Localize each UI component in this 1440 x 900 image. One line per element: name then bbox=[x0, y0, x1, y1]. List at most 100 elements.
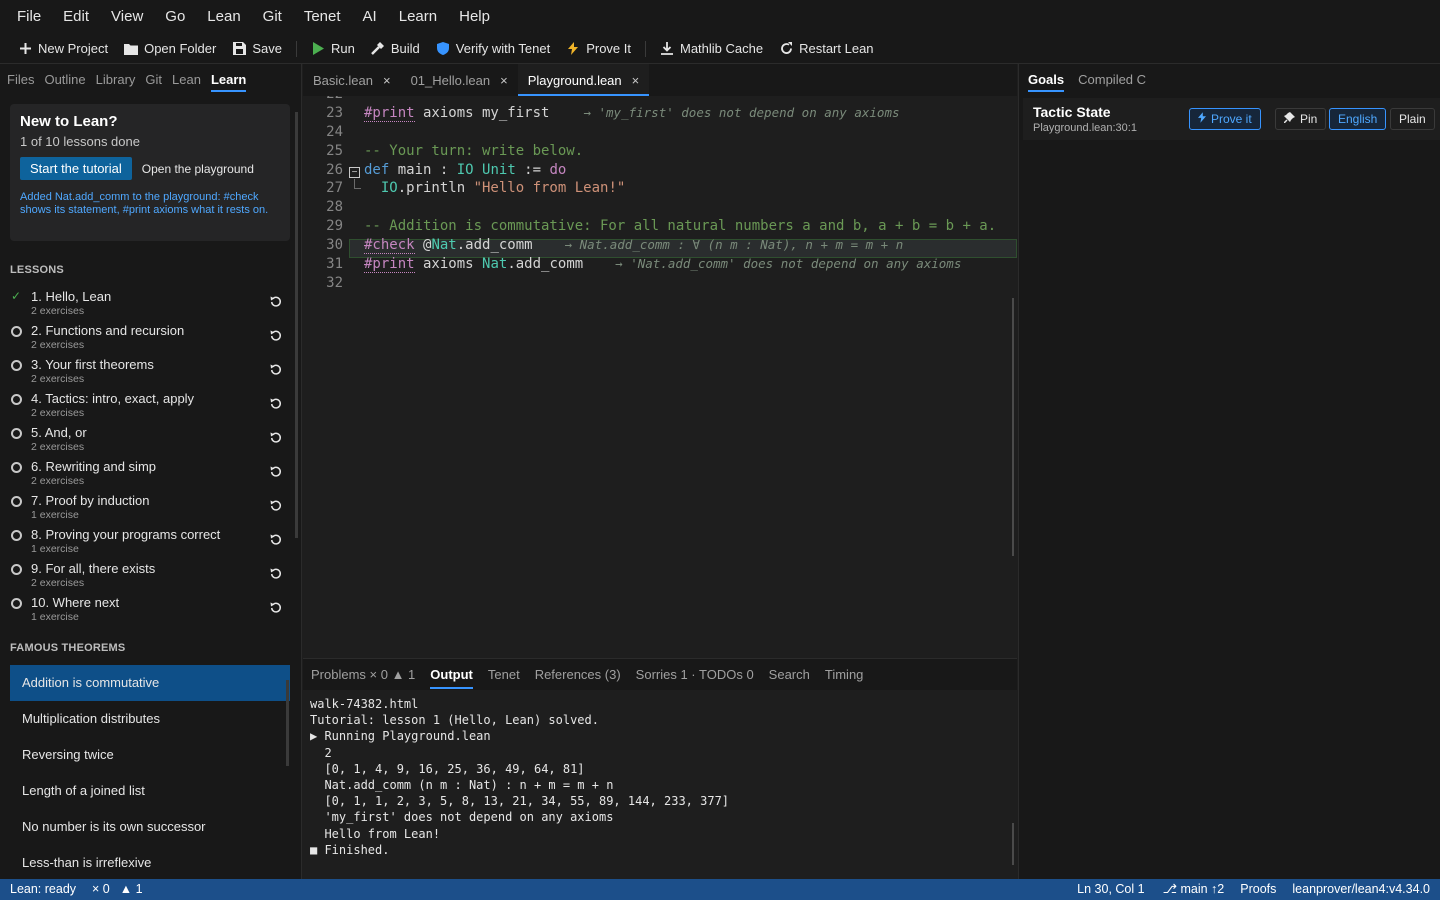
reset-icon[interactable] bbox=[270, 296, 284, 310]
cursor-position[interactable]: Ln 30, Col 1 bbox=[1069, 879, 1152, 900]
famous-scrollbar[interactable] bbox=[286, 680, 289, 766]
output-scrollbar[interactable] bbox=[1012, 823, 1014, 865]
lesson-item[interactable]: 9. For all, there exists 2 exercises bbox=[0, 560, 292, 594]
start-tutorial-button[interactable]: Start the tutorial bbox=[20, 157, 132, 180]
english-toggle-button[interactable]: English bbox=[1329, 108, 1387, 130]
menu-tenet[interactable]: Tenet bbox=[293, 0, 352, 34]
lesson-item[interactable]: 4. Tactics: intro, exact, apply 2 exercis… bbox=[0, 390, 292, 424]
code-token: .println bbox=[397, 180, 474, 197]
close-icon[interactable]: × bbox=[500, 73, 508, 88]
lesson-item[interactable]: 3. Your first theorems 2 exercises bbox=[0, 356, 292, 390]
code-token: Nat bbox=[482, 256, 508, 273]
tab-learn[interactable]: Learn bbox=[206, 64, 251, 96]
save-label: Save bbox=[252, 41, 282, 56]
menu-lean[interactable]: Lean bbox=[196, 0, 251, 34]
lesson-item[interactable]: 5. And, or 2 exercises bbox=[0, 424, 292, 458]
menu-git[interactable]: Git bbox=[252, 0, 293, 34]
lesson-item[interactable]: 7. Proof by induction 1 exercise bbox=[0, 492, 292, 526]
circle-icon bbox=[11, 326, 22, 337]
lesson-item[interactable]: 2. Functions and recursion 2 exercises bbox=[0, 322, 292, 356]
menu-edit[interactable]: Edit bbox=[52, 0, 100, 34]
reset-icon[interactable] bbox=[270, 534, 284, 548]
tab-goals[interactable]: Goals bbox=[1028, 64, 1065, 96]
tab-tenet[interactable]: Tenet bbox=[488, 659, 520, 691]
menu-ai[interactable]: AI bbox=[352, 0, 388, 34]
tab-output[interactable]: Output bbox=[430, 659, 473, 691]
output-panel[interactable]: walk-74382.html Tutorial: lesson 1 (Hello… bbox=[303, 690, 1017, 879]
reset-icon[interactable] bbox=[270, 602, 284, 616]
close-icon[interactable]: × bbox=[383, 73, 391, 88]
lesson-item[interactable]: 8. Proving your programs correct 1 exerci… bbox=[0, 526, 292, 560]
error-count[interactable]: × 0 bbox=[84, 879, 112, 900]
reset-icon[interactable] bbox=[270, 398, 284, 412]
toolbar: New Project Open Folder Save Run Build V… bbox=[0, 34, 1440, 64]
output-line: ■ Finished. bbox=[310, 842, 390, 857]
git-branch[interactable]: ⎇ main ↑2 bbox=[1155, 879, 1233, 900]
fold-toggle-icon[interactable]: − bbox=[349, 167, 360, 178]
plain-toggle-button[interactable]: Plain bbox=[1390, 108, 1435, 130]
famous-theorem-item[interactable]: Length of a joined list bbox=[10, 773, 290, 809]
reset-icon[interactable] bbox=[270, 364, 284, 378]
prove-it-button[interactable]: Prove It bbox=[558, 36, 639, 62]
tab-library[interactable]: Library bbox=[91, 64, 141, 96]
code-token: main : bbox=[389, 161, 457, 178]
tab-sorries-todos[interactable]: Sorries 1 · TODOs 0 bbox=[636, 659, 754, 691]
menu-file[interactable]: File bbox=[6, 0, 52, 34]
reset-icon[interactable] bbox=[270, 466, 284, 480]
famous-theorem-item[interactable]: Reversing twice bbox=[10, 737, 290, 773]
famous-theorem-item[interactable]: Less-than is irreflexive bbox=[10, 845, 290, 879]
tab-references[interactable]: References (3) bbox=[535, 659, 621, 691]
open-playground-button[interactable]: Open the playground bbox=[132, 158, 264, 180]
restart-lean-button[interactable]: Restart Lean bbox=[771, 36, 881, 62]
open-folder-button[interactable]: Open Folder bbox=[116, 36, 224, 62]
mathlib-cache-button[interactable]: Mathlib Cache bbox=[652, 36, 771, 62]
tab-files[interactable]: Files bbox=[2, 64, 39, 96]
tab-playground-lean[interactable]: Playground.lean × bbox=[517, 64, 650, 96]
toolchain-version[interactable]: leanprover/lean4:v4.34.0 bbox=[1284, 879, 1440, 900]
lesson-title: 8. Proving your programs correct bbox=[31, 527, 221, 542]
tab-search[interactable]: Search bbox=[769, 659, 810, 691]
tab-compiled-c[interactable]: Compiled C bbox=[1078, 64, 1146, 96]
run-button[interactable]: Run bbox=[303, 36, 363, 62]
close-icon[interactable]: × bbox=[632, 73, 640, 88]
prove-it-inline-button[interactable]: Prove it bbox=[1189, 108, 1261, 130]
tab-git[interactable]: Git bbox=[140, 64, 167, 96]
code-token: #print bbox=[364, 104, 415, 122]
lesson-item[interactable]: 10. Where next 1 exercise bbox=[0, 594, 292, 628]
famous-theorem-item[interactable]: No number is its own successor bbox=[10, 809, 290, 845]
menu-view[interactable]: View bbox=[100, 0, 154, 34]
famous-theorem-item[interactable]: Multiplication distributes bbox=[10, 701, 290, 737]
menu-help[interactable]: Help bbox=[448, 0, 501, 34]
reset-icon[interactable] bbox=[270, 432, 284, 446]
tab-hello-lean[interactable]: 01_Hello.lean × bbox=[401, 64, 518, 96]
lean-status[interactable]: Lean: ready bbox=[0, 879, 84, 900]
editor-scrollbar[interactable] bbox=[1012, 298, 1014, 556]
restart-icon bbox=[779, 42, 793, 56]
code-token: #print bbox=[364, 256, 415, 274]
new-project-button[interactable]: New Project bbox=[10, 36, 116, 62]
sidebar-scrollbar[interactable] bbox=[295, 112, 298, 538]
tab-lean[interactable]: Lean bbox=[167, 64, 206, 96]
verify-tenet-button[interactable]: Verify with Tenet bbox=[428, 36, 558, 62]
warning-count[interactable]: ▲ 1 bbox=[112, 879, 151, 900]
reset-icon[interactable] bbox=[270, 330, 284, 344]
lesson-title: 9. For all, there exists bbox=[31, 561, 156, 576]
reset-icon[interactable] bbox=[270, 568, 284, 582]
tab-outline[interactable]: Outline bbox=[39, 64, 90, 96]
tab-timing[interactable]: Timing bbox=[825, 659, 864, 691]
lesson-item[interactable]: 6. Rewriting and simp 2 exercises bbox=[0, 458, 292, 492]
build-button[interactable]: Build bbox=[363, 36, 428, 62]
menu-learn[interactable]: Learn bbox=[388, 0, 448, 34]
famous-theorem-item[interactable]: Addition is commutative bbox=[10, 665, 290, 701]
inline-hint: → 'Nat.add_comm' does not depend on any … bbox=[615, 256, 962, 272]
reset-icon[interactable] bbox=[270, 500, 284, 514]
proofs-status[interactable]: Proofs bbox=[1232, 879, 1284, 900]
menu-go[interactable]: Go bbox=[154, 0, 196, 34]
lesson-item[interactable]: ✓ 1. Hello, Lean 2 exercises bbox=[0, 288, 292, 322]
save-button[interactable]: Save bbox=[224, 36, 290, 62]
tab-basic-lean[interactable]: Basic.lean × bbox=[303, 64, 401, 96]
tab-problems[interactable]: Problems × 0 ▲ 1 bbox=[311, 659, 415, 691]
code-editor[interactable]: 22 23 24 25 26 27 28 29 30 31 32 − #prin… bbox=[303, 96, 1017, 656]
code-token: do bbox=[549, 161, 567, 178]
pin-button[interactable]: Pin bbox=[1275, 108, 1327, 130]
